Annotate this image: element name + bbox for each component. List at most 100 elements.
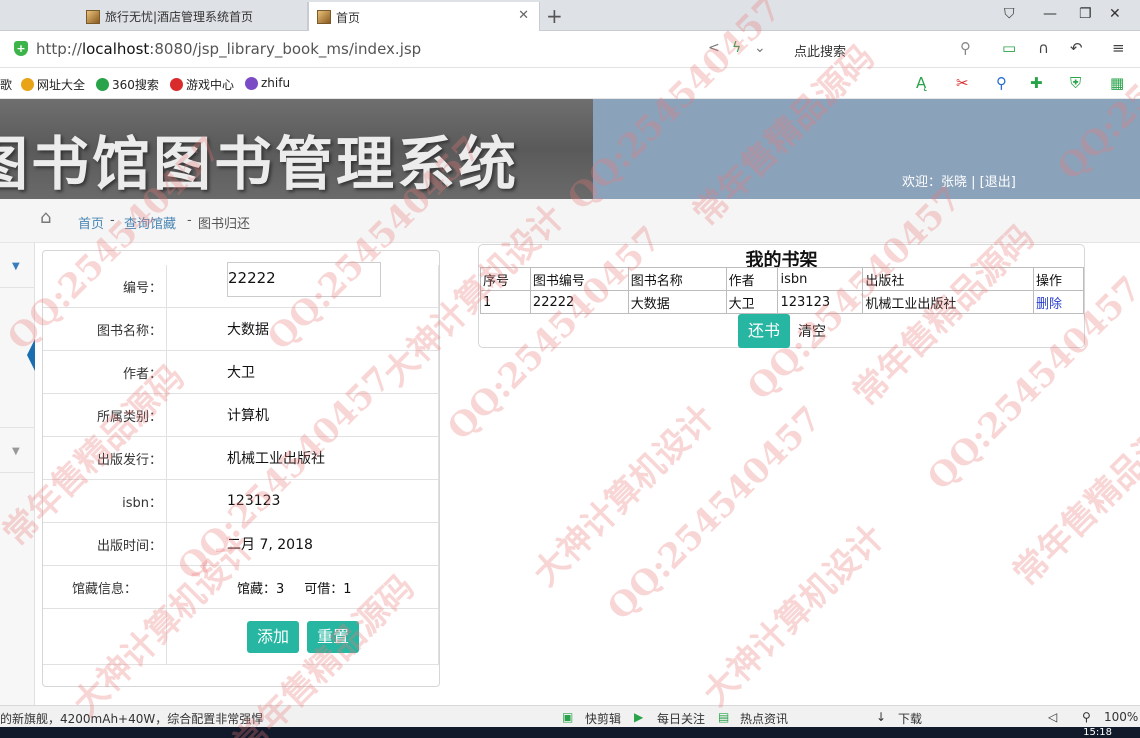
my-bookshelf-panel: 我的书架 序号 图书编号 图书名称 作者 isbn 出版社 操作 1 22222… <box>478 244 1085 348</box>
cell-publisher: 机械工业出版社 <box>862 290 1035 314</box>
field-value: 大卫 <box>167 351 439 393</box>
bookmarks-bar: 歌 网址大全 360搜索 游戏中心 zhifu Ą ✂ ⚲ ✚ ⛨ ▦ <box>0 68 1140 99</box>
breadcrumb-home-link[interactable]: 首页 <box>78 213 104 232</box>
secure-shield-icon: + <box>14 41 28 56</box>
header-banner-image: 图书馆图书管理系统 <box>0 99 593 199</box>
url-field[interactable]: http://localhost:8080/jsp_library_book_m… <box>36 40 421 58</box>
url-path: :8080/jsp_library_book_ms/index.jsp <box>149 40 422 58</box>
reset-button[interactable]: 重置 <box>307 620 360 653</box>
column-header: 作者 <box>725 267 779 291</box>
divider: | <box>971 175 980 190</box>
actions-cell: 添加 重置 <box>167 609 439 664</box>
close-tab-icon[interactable]: ✕ <box>518 8 529 23</box>
share-icon[interactable]: < <box>708 40 720 56</box>
delete-link[interactable]: 删除 <box>1036 297 1062 312</box>
browser-tab-hotel[interactable]: 旅行无忧|酒店管理系统首页 <box>78 2 308 31</box>
form-row-holdings: 馆藏信息： 馆藏：3 可借：1 <box>43 566 439 609</box>
browser-tab-home[interactable]: 首页 ✕ <box>308 2 540 32</box>
gamepad-icon[interactable]: ✚ <box>1030 74 1043 92</box>
favicon-icon <box>317 10 331 24</box>
search-icon[interactable]: ⚲ <box>960 39 971 57</box>
tab-title: 首页 <box>336 10 361 25</box>
bookmark-label: 游戏中心 <box>186 78 235 92</box>
field-label: 馆藏信息： <box>43 566 167 608</box>
bookmark-item[interactable]: zhifu <box>245 76 290 90</box>
field-label: 出版发行： <box>43 437 167 479</box>
minimize-icon[interactable]: — <box>1043 6 1057 22</box>
lightning-icon[interactable]: ϟ <box>732 40 741 56</box>
form-row-publisher: 出版发行： 机械工业出版社 <box>43 437 439 480</box>
zoom-icon: ⚲ <box>1082 710 1091 724</box>
watermark-text: 大神计算机设计 <box>525 397 723 594</box>
welcome-user: 欢迎：张晓 <box>902 175 968 190</box>
field-label: 图书名称： <box>43 308 167 350</box>
apps-grid-icon[interactable]: ▦ <box>1110 74 1124 92</box>
maximize-icon[interactable]: ❐ <box>1079 6 1092 22</box>
table-row: 1 22222 大数据 大卫 123123 机械工业出版社 删除 <box>480 290 1084 314</box>
search-360-icon <box>96 78 109 91</box>
cell-action: 删除 <box>1033 290 1084 314</box>
magnifier-icon[interactable]: ⚲ <box>996 74 1007 92</box>
watermark-text: QQ:254540457 <box>600 398 830 629</box>
column-header: 出版社 <box>862 267 1035 291</box>
add-button[interactable]: 添加 <box>247 620 300 653</box>
bookmark-item[interactable]: 游戏中心 <box>170 76 234 93</box>
volume-icon[interactable]: ◁ <box>1048 710 1057 724</box>
holdings-total: 馆藏：3 <box>237 581 285 597</box>
sidebar-item[interactable]: ▼ <box>0 243 35 288</box>
search-input[interactable]: 点此搜索 <box>786 36 986 63</box>
zhifu-icon <box>245 76 258 90</box>
logout-link[interactable]: [退出] <box>980 175 1016 190</box>
battery-icon[interactable]: ▭ <box>1002 39 1016 57</box>
form-row-title: 图书名称： 大数据 <box>43 308 439 351</box>
field-label: 编号： <box>43 265 167 307</box>
menu-icon[interactable]: ≡ <box>1112 39 1125 57</box>
chevron-down-icon[interactable]: ⌄ <box>754 40 766 56</box>
table-header-row: 序号 图书编号 图书名称 作者 isbn 出版社 操作 <box>480 267 1084 291</box>
status-item[interactable]: 下载 <box>898 710 922 727</box>
status-item[interactable]: 快剪辑 <box>585 710 621 727</box>
book-id-input[interactable]: 22222 <box>227 262 381 297</box>
bookmark-label: 360搜索 <box>112 78 159 92</box>
headphones-icon[interactable]: ∩ <box>1038 39 1049 57</box>
home-icon[interactable]: ⌂ <box>40 207 51 228</box>
status-item[interactable]: 热点资讯 <box>740 710 788 727</box>
clear-link[interactable]: 清空 <box>798 321 826 341</box>
tab-title: 旅行无忧|酒店管理系统首页 <box>105 10 254 24</box>
status-item[interactable]: 每日关注 <box>657 710 705 727</box>
shield-icon[interactable]: ⛨ <box>1070 74 1081 92</box>
holdings-available: 可借：1 <box>304 581 352 597</box>
bookmark-item[interactable]: 360搜索 <box>96 76 159 93</box>
clock: 15:18 <box>1083 727 1112 738</box>
column-header: 图书编号 <box>529 267 629 291</box>
video-clip-icon: ▣ <box>562 710 574 724</box>
translate-icon[interactable]: Ą <box>916 74 926 92</box>
url-scheme: http:// <box>36 40 82 58</box>
scissors-icon[interactable]: ✂ <box>956 74 969 92</box>
return-book-button[interactable]: 还书 <box>738 314 791 348</box>
undo-icon[interactable]: ↶ <box>1070 39 1083 57</box>
game-icon <box>170 78 183 91</box>
news-icon: ▤ <box>718 710 730 724</box>
breadcrumb-query-link[interactable]: 查询馆藏 <box>124 213 176 232</box>
form-row-actions: 添加 重置 <box>43 609 439 665</box>
book-info-panel: 编号： 22222 图书名称： 大数据 作者： 大卫 所属类别： 计算机 出版发… <box>42 250 440 687</box>
cell-author: 大卫 <box>725 290 779 314</box>
caret-down-icon: ▼ <box>12 261 20 272</box>
column-header: 图书名称 <box>627 267 727 291</box>
new-tab-icon[interactable]: + <box>546 4 563 28</box>
close-window-icon[interactable]: ✕ <box>1109 6 1121 22</box>
bookmark-item[interactable]: 网址大全 <box>21 76 85 93</box>
bookmark-item[interactable]: 歌 <box>0 76 12 93</box>
shirt-skin-icon[interactable]: ⛉ <box>1004 6 1015 22</box>
download-icon: ↓ <box>876 710 887 724</box>
cell-isbn: 123123 <box>777 290 864 314</box>
browser-tab-bar: 旅行无忧|酒店管理系统首页 首页 ✕ + ⛉ — ❐ ✕ <box>0 0 1140 32</box>
sidebar-item[interactable]: ▼ <box>0 428 35 473</box>
column-header: 序号 <box>480 267 531 291</box>
field-value: 大数据 <box>167 308 439 350</box>
status-ad-text[interactable]: 的新旗舰，4200mAh+40W，综合配置非常强悍 <box>0 710 263 727</box>
bookmark-label: 网址大全 <box>37 78 86 92</box>
zoom-level[interactable]: 100% <box>1104 710 1138 724</box>
bookmark-label: zhifu <box>261 76 291 90</box>
